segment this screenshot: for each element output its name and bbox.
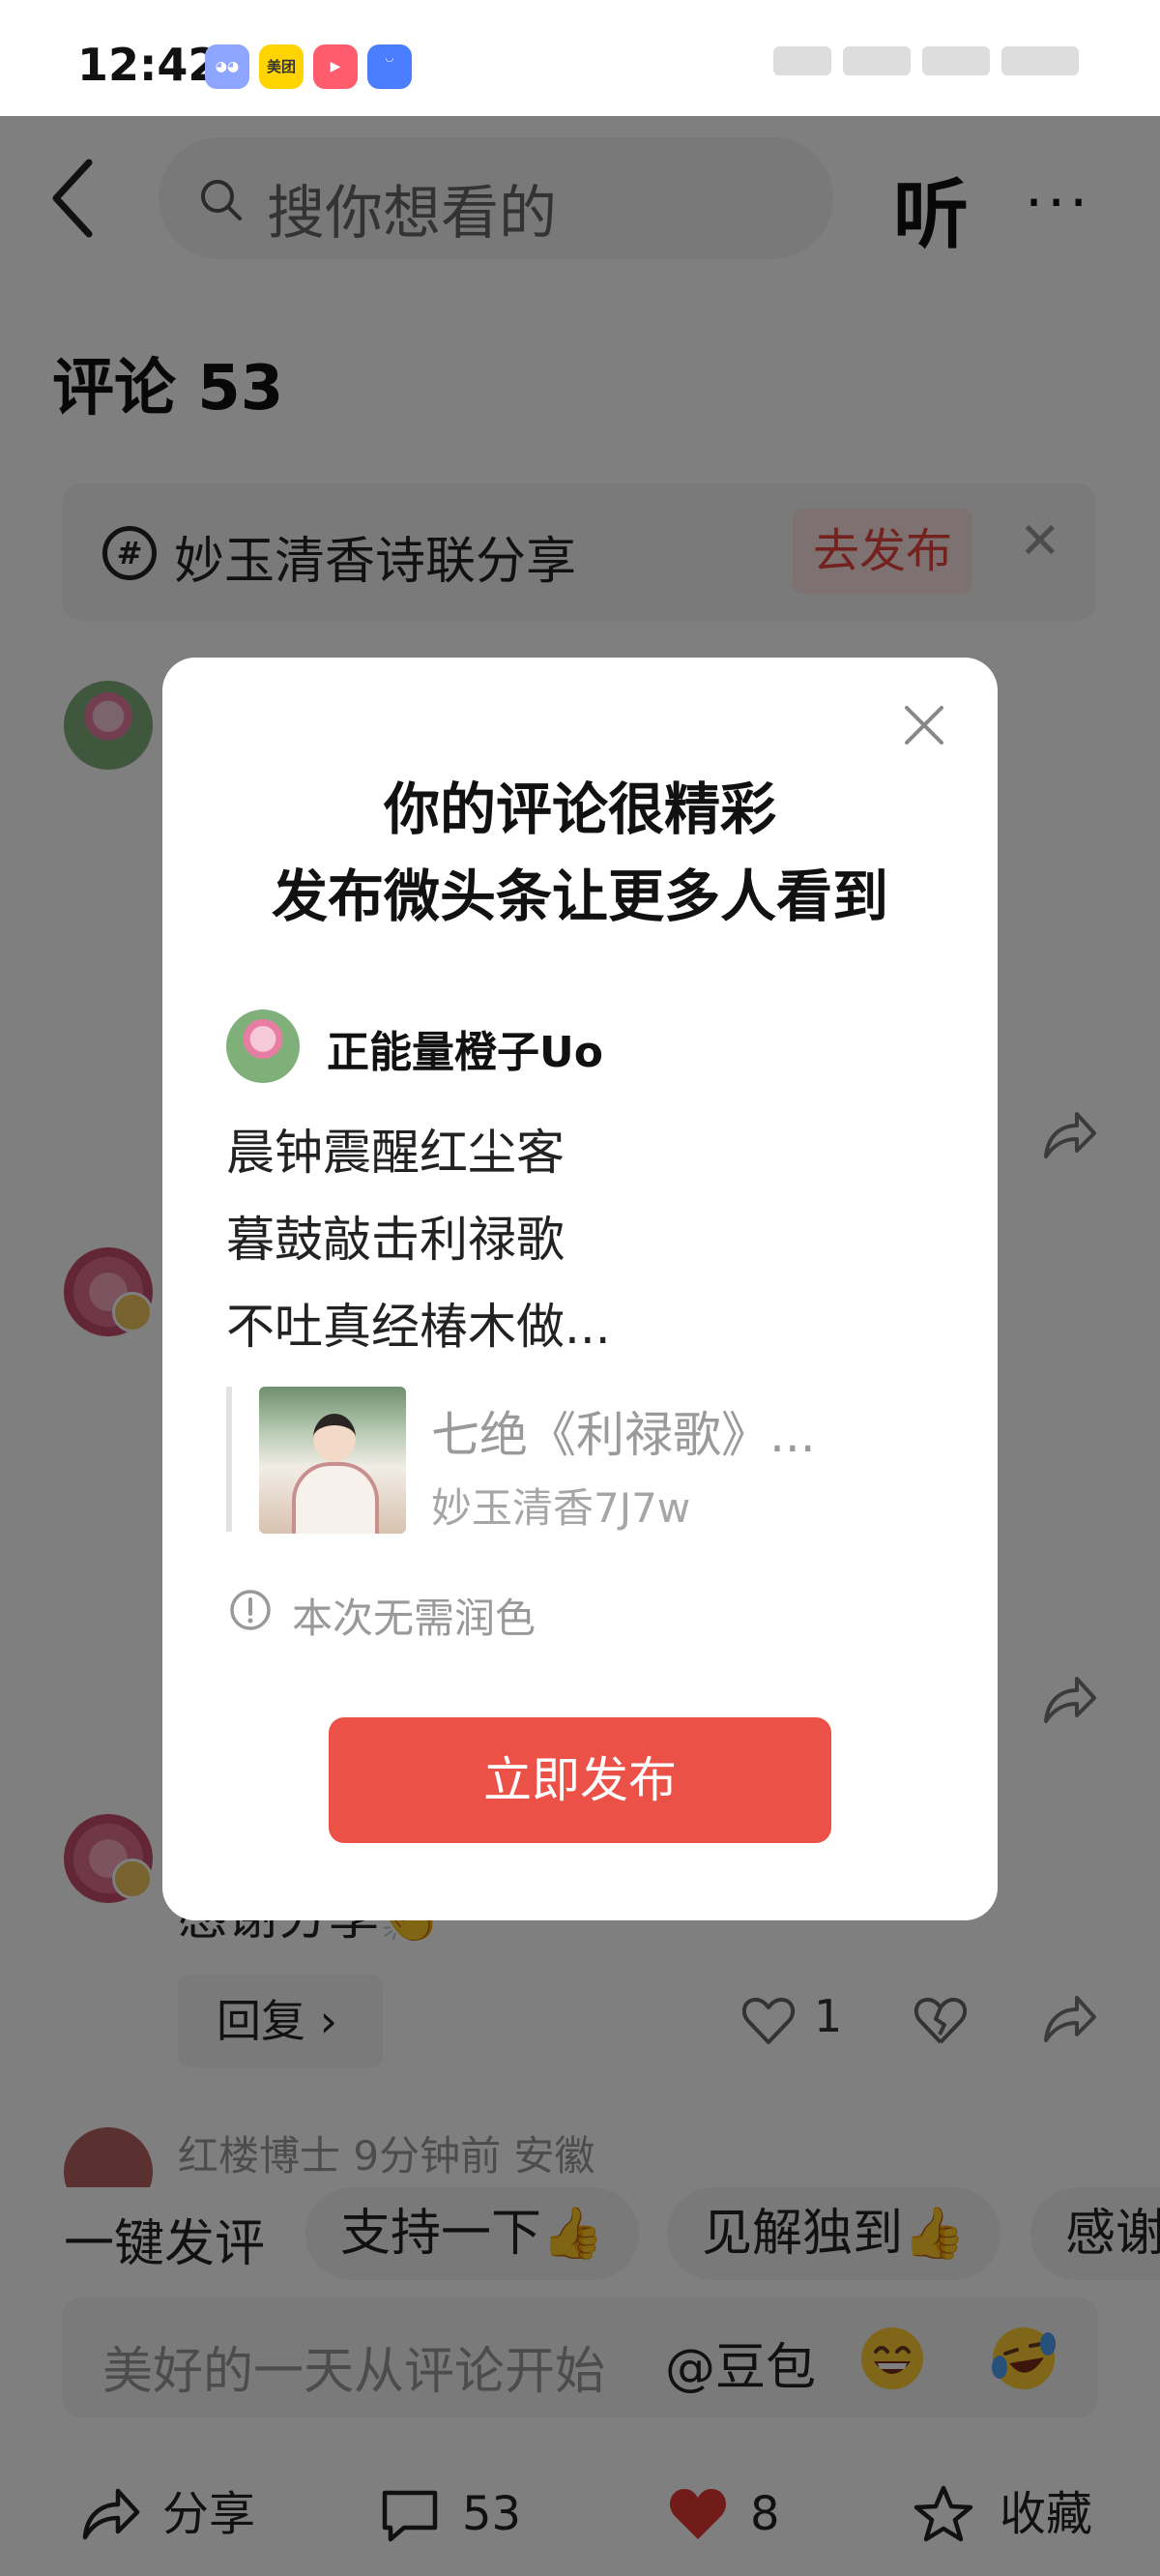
quoted-article-title: 七绝《利禄歌》... [431,1407,816,1463]
no-polish-notice: 本次无需润色 [292,1595,536,1642]
signal-icon [773,46,831,75]
comment-line: 暮鼓敲击利禄歌 [226,1212,565,1268]
wifi-icon [843,46,911,75]
publish-now-button[interactable]: 立即发布 [329,1717,831,1843]
meituan-app-icon: 美团 [259,44,304,89]
close-icon[interactable] [901,702,947,748]
system-status-icons [773,46,1092,85]
video-app-icon: ▶ [313,44,358,89]
username: 正能量橙子Uo [327,1028,603,1077]
info-icon [230,1590,271,1630]
user-avatar [226,1010,300,1083]
status-bar: 12:42 ◕◕ 美团 ▶ ◡ [0,0,1160,116]
quote-bar [226,1387,232,1532]
battery-icon [1001,46,1079,75]
comment-line: 晨钟震醒红尘客 [226,1125,565,1181]
status-time: 12:42 [77,39,219,91]
dialog-title: 你的评论很精彩 [383,776,776,842]
publish-prompt-dialog: 你的评论很精彩 发布微头条让更多人看到 正能量橙子Uo 晨钟震醒红尘客 暮鼓敲击… [162,658,998,1920]
network-icon [922,46,990,75]
baby-app-icon: ◕◕ [205,44,249,89]
quoted-article-author: 妙玉清香7J7w [431,1484,691,1532]
meituan-app-label: 美团 [266,58,296,75]
app-market-icon: ◡ [367,44,412,89]
comment-line: 不吐真经椿木做... [226,1299,611,1355]
dialog-subtitle: 发布微头条让更多人看到 [271,864,888,929]
article-thumbnail [259,1387,406,1534]
